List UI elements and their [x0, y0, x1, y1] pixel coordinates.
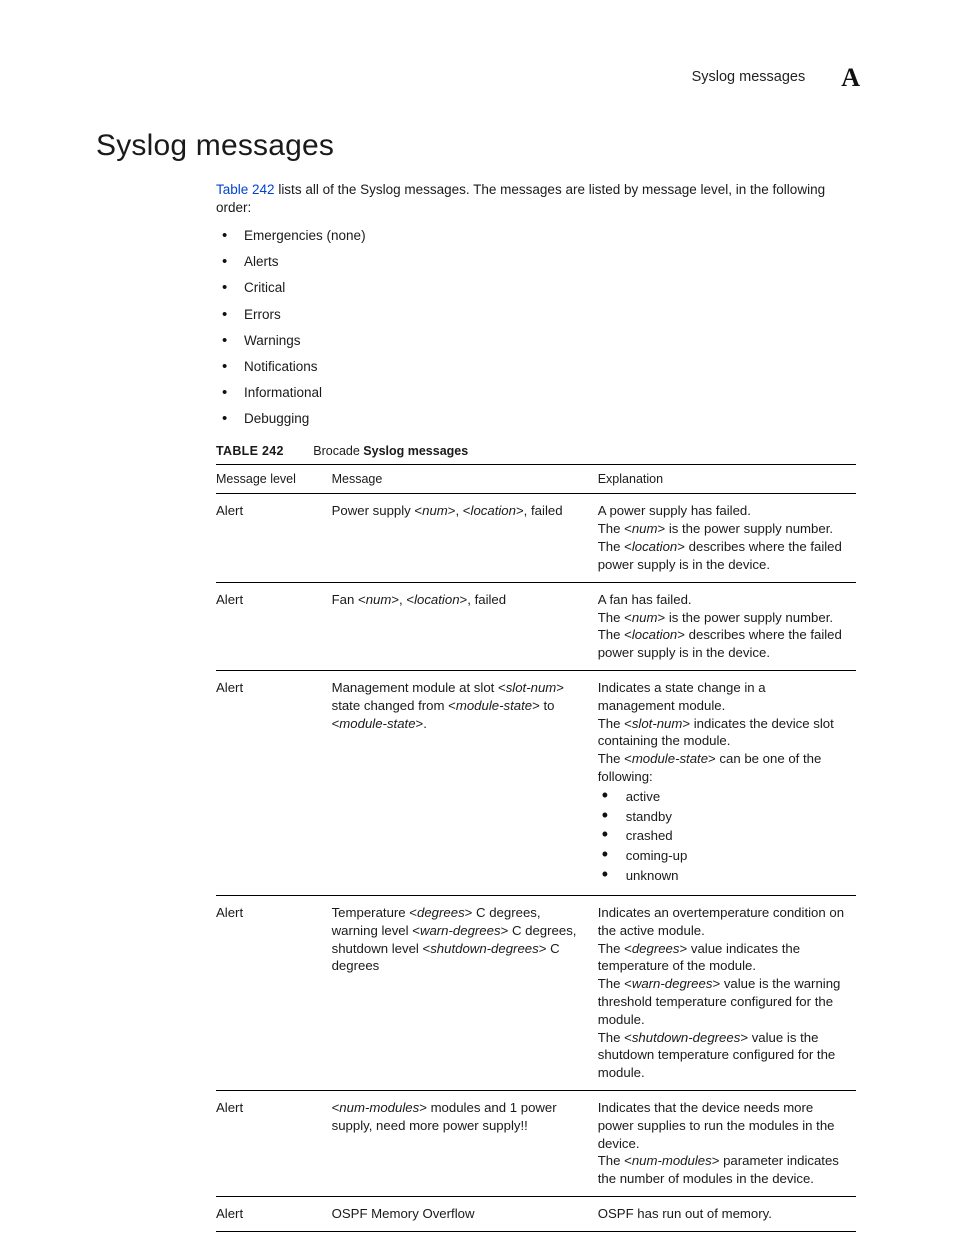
- table-body: AlertPower supply <num>, <location>, fai…: [216, 494, 856, 1231]
- cell-message: OSPF Memory Overflow: [332, 1197, 598, 1232]
- list-item: Debugging: [216, 410, 844, 428]
- running-header: Syslog messages A: [692, 60, 860, 95]
- cell-explanation: A power supply has failed.The <num> is t…: [598, 494, 856, 582]
- running-header-chapter: A: [841, 60, 860, 95]
- running-header-title: Syslog messages: [692, 68, 806, 88]
- content-area: Syslog messages Table 242 lists all of t…: [96, 126, 864, 1232]
- list-item: Critical: [216, 279, 844, 297]
- list-item: active: [598, 788, 846, 806]
- list-item: Warnings: [216, 332, 844, 350]
- list-item: Notifications: [216, 358, 844, 376]
- list-item: coming-up: [598, 847, 846, 865]
- cell-message: Management module at slot <slot-num> sta…: [332, 670, 598, 895]
- list-item: crashed: [598, 827, 846, 845]
- levels-list: Emergencies (none) Alerts Critical Errors Wa…: [216, 227, 844, 429]
- list-item: Alerts: [216, 253, 844, 271]
- cell-explanation: OSPF has run out of memory.: [598, 1197, 856, 1232]
- cell-message: Power supply <num>, <location>, failed: [332, 494, 598, 582]
- col-header-explanation: Explanation: [598, 464, 856, 494]
- cell-explanation: Indicates that the device needs more pow…: [598, 1091, 856, 1197]
- list-item: unknown: [598, 867, 846, 885]
- intro-block: Table 242 lists all of the Syslog messag…: [216, 181, 844, 429]
- table-caption: TABLE 242 Brocade Syslog messages: [216, 443, 864, 460]
- table-row: Alert<num-modules> modules and 1 power s…: [216, 1091, 856, 1197]
- list-item: Emergencies (none): [216, 227, 844, 245]
- table-title-bold: Syslog messages: [363, 444, 468, 458]
- intro-paragraph: Table 242 lists all of the Syslog messag…: [216, 181, 844, 217]
- cell-message: Fan <num>, <location>, failed: [332, 582, 598, 670]
- table-row: AlertFan <num>, <location>, failedA fan …: [216, 582, 856, 670]
- table-row: AlertManagement module at slot <slot-num…: [216, 670, 856, 895]
- table-row: AlertOSPF Memory OverflowOSPF has run ou…: [216, 1197, 856, 1232]
- cell-message: <num-modules> modules and 1 power supply…: [332, 1091, 598, 1197]
- cell-level: Alert: [216, 1197, 332, 1232]
- cell-level: Alert: [216, 582, 332, 670]
- cell-explanation: A fan has failed.The <num> is the power …: [598, 582, 856, 670]
- table-number: TABLE 242: [216, 444, 284, 458]
- module-state-list: active standbycrashed coming-up unknown: [598, 788, 846, 885]
- cell-explanation: Indicates a state change in a management…: [598, 670, 856, 895]
- page: Syslog messages A Syslog messages Table …: [0, 0, 954, 1235]
- section-title: Syslog messages: [96, 126, 864, 167]
- table-row: AlertTemperature <degrees> C degrees, wa…: [216, 895, 856, 1090]
- intro-rest: lists all of the Syslog messages. The me…: [216, 182, 825, 215]
- cell-level: Alert: [216, 494, 332, 582]
- syslog-table: Message level Message Explanation AlertP…: [216, 464, 856, 1232]
- col-header-level: Message level: [216, 464, 332, 494]
- cell-level: Alert: [216, 670, 332, 895]
- table-title-prefix: Brocade: [313, 444, 363, 458]
- cell-explanation: Indicates an overtemperature condition o…: [598, 895, 856, 1090]
- table-reference-link[interactable]: Table 242: [216, 182, 275, 197]
- list-item: Errors: [216, 306, 844, 324]
- table-row: AlertPower supply <num>, <location>, fai…: [216, 494, 856, 582]
- cell-message: Temperature <degrees> C degrees, warning…: [332, 895, 598, 1090]
- table-header-row: Message level Message Explanation: [216, 464, 856, 494]
- list-item: standby: [598, 808, 846, 826]
- cell-level: Alert: [216, 1091, 332, 1197]
- col-header-message: Message: [332, 464, 598, 494]
- list-item: Informational: [216, 384, 844, 402]
- cell-level: Alert: [216, 895, 332, 1090]
